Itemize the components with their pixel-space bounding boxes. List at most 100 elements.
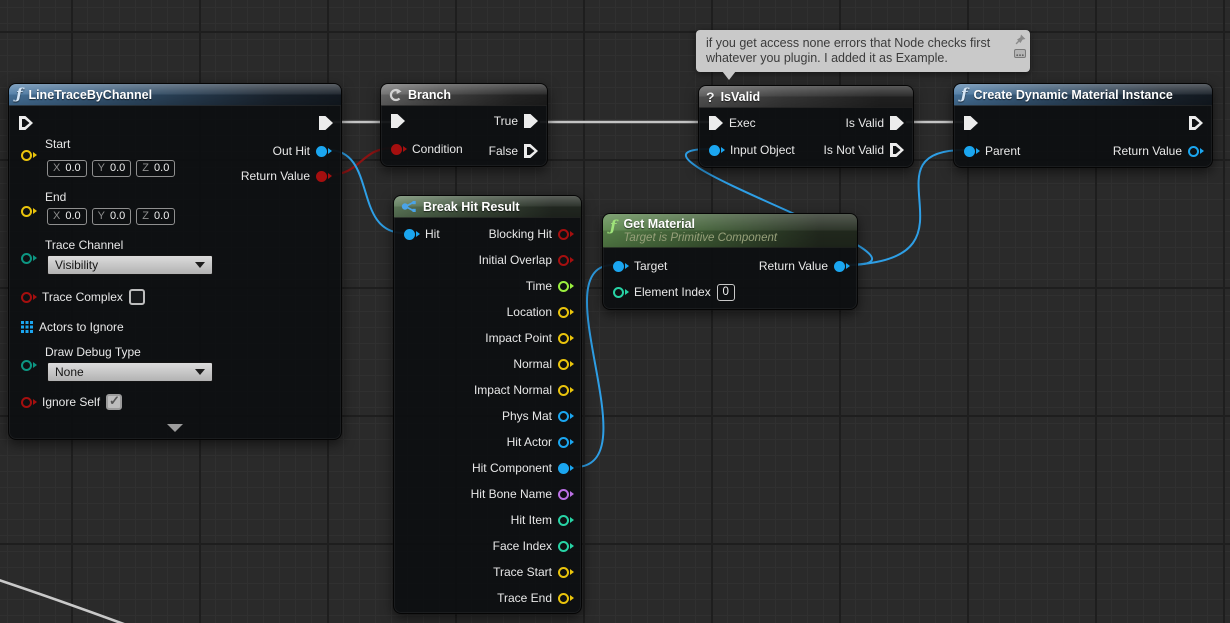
input-object-pin[interactable] <box>709 144 725 156</box>
phys-mat-pin-label: Phys Mat <box>501 409 552 423</box>
axis-value: 0.0 <box>109 162 126 174</box>
time-pin-label: Time <box>525 279 552 293</box>
node-branch[interactable]: Branch True Condition False <box>380 83 548 167</box>
true-pin-label: True <box>493 114 518 128</box>
is-not-valid-pin-label: Is Not Valid <box>823 143 884 157</box>
trace-channel-dropdown[interactable]: Visibility <box>47 255 213 275</box>
trace-complex-pin[interactable] <box>21 291 37 303</box>
axis-label: Z <box>142 210 150 222</box>
exec-out-pin[interactable] <box>1189 116 1203 130</box>
start-pin[interactable] <box>21 149 37 161</box>
hit-bone-name-pin[interactable] <box>558 488 574 500</box>
hit-actor-pin[interactable] <box>558 436 574 448</box>
blocking-hit-pin-label: Blocking Hit <box>488 227 552 241</box>
end-z-field[interactable]: Z 0.0 <box>136 207 176 225</box>
draw-debug-type-dropdown[interactable]: None <box>47 362 213 382</box>
initial-overlap-pin[interactable] <box>558 254 574 266</box>
comment-options-icon[interactable] <box>1014 49 1026 58</box>
location-pin[interactable] <box>558 306 574 318</box>
hit-item-pin-label: Hit Item <box>510 513 552 527</box>
hit-component-pin[interactable] <box>558 462 574 474</box>
node-header-isvalid[interactable]: ? IsValid <box>699 86 913 108</box>
hit-item-pin[interactable] <box>558 514 574 526</box>
exec-out-pin[interactable] <box>319 116 333 130</box>
blocking-hit-pin[interactable] <box>558 228 574 240</box>
phys-mat-pin[interactable] <box>558 410 574 422</box>
actors-to-ignore-array-pin[interactable] <box>21 321 33 333</box>
node-header-linetracebychannel[interactable]: ƒ LineTraceByChannel <box>9 84 341 106</box>
ignore-self-pin[interactable] <box>21 396 37 408</box>
node-comment-bubble[interactable]: if you get access none errors that Node … <box>696 30 1030 80</box>
target-pin[interactable] <box>613 260 629 272</box>
blueprint-graph-canvas[interactable]: if you get access none errors that Node … <box>0 0 1230 623</box>
draw-debug-type-pin[interactable] <box>21 359 37 371</box>
normal-pin[interactable] <box>558 358 574 370</box>
trace-end-pin[interactable] <box>558 592 574 604</box>
return-value-pin-label: Return Value <box>758 259 828 273</box>
comment-line-2: whatever you plugin. I added it as Examp… <box>706 51 948 65</box>
return-value-pin[interactable] <box>1188 145 1204 157</box>
hit-pin[interactable] <box>404 228 420 240</box>
node-title: Create Dynamic Material Instance <box>973 87 1173 102</box>
impact-point-pin-label: Impact Point <box>485 331 552 345</box>
axis-value: 0.0 <box>65 162 81 174</box>
condition-pin[interactable] <box>391 143 407 155</box>
chevron-down-icon <box>195 369 205 375</box>
axis-label: X <box>53 162 61 174</box>
node-break-hit-result[interactable]: Break Hit Result Hit Blocking Hit Initia… <box>393 195 582 614</box>
input-object-pin-label: Input Object <box>730 143 795 157</box>
is-valid-exec-pin[interactable] <box>890 116 904 130</box>
collapse-chevron-icon[interactable] <box>167 424 183 432</box>
node-header-get-material[interactable]: ƒ Get Material Target is Primitive Compo… <box>603 214 857 248</box>
node-header-break-hit-result[interactable]: Break Hit Result <box>394 196 581 218</box>
is-not-valid-exec-pin[interactable] <box>890 143 904 157</box>
exec-in-pin[interactable] <box>964 116 978 130</box>
trace-channel-pin[interactable] <box>21 252 37 264</box>
node-create-dynamic-material-instance[interactable]: ƒ Create Dynamic Material Instance Paren… <box>953 83 1213 168</box>
trace-complex-checkbox[interactable] <box>128 289 145 305</box>
node-header-create-dmi[interactable]: ƒ Create Dynamic Material Instance <box>954 84 1212 106</box>
node-get-material[interactable]: ƒ Get Material Target is Primitive Compo… <box>602 213 858 310</box>
impact-normal-pin[interactable] <box>558 384 574 396</box>
start-x-field[interactable]: X 0.0 <box>47 159 87 177</box>
trace-start-pin[interactable] <box>558 566 574 578</box>
parent-pin[interactable] <box>964 145 980 157</box>
exec-in-pin[interactable] <box>709 116 723 130</box>
node-linetracebychannel[interactable]: ƒ LineTraceByChannel Start X 0.0 Y 0.0 Z 0.… <box>8 83 342 440</box>
axis-label: Z <box>142 162 150 174</box>
question-mark-icon: ? <box>706 88 715 105</box>
true-exec-pin[interactable] <box>524 114 538 128</box>
exec-in-pin[interactable] <box>19 116 33 130</box>
hit-actor-pin-label: Hit Actor <box>506 435 552 449</box>
false-exec-pin[interactable] <box>524 144 538 158</box>
element-index-field[interactable]: 0 <box>716 283 735 301</box>
out-hit-pin[interactable] <box>316 145 332 157</box>
pin-icon[interactable] <box>1014 34 1026 46</box>
axis-label: Y <box>97 210 105 222</box>
impact-normal-pin-label: Impact Normal <box>473 383 552 397</box>
face-index-pin[interactable] <box>558 540 574 552</box>
time-pin[interactable] <box>558 280 574 292</box>
axis-value: 0.0 <box>154 210 170 222</box>
start-y-field[interactable]: Y 0.0 <box>91 159 132 177</box>
axis-value: 0.0 <box>109 210 126 222</box>
end-pin[interactable] <box>21 205 37 217</box>
end-x-field[interactable]: X 0.0 <box>47 207 87 225</box>
exec-in-pin[interactable] <box>391 114 405 128</box>
break-struct-icon <box>401 201 416 212</box>
end-y-field[interactable]: Y 0.0 <box>91 207 132 225</box>
node-header-branch[interactable]: Branch <box>381 84 547 106</box>
return-value-pin[interactable] <box>834 260 850 272</box>
trace-end-pin-label: Trace End <box>497 591 552 605</box>
ignore-self-checkbox[interactable] <box>106 393 123 410</box>
start-z-field[interactable]: Z 0.0 <box>136 159 176 177</box>
out-hit-pin-label: Out Hit <box>272 144 310 158</box>
node-isvalid[interactable]: ? IsValid Exec Is Valid Input Object Is … <box>698 85 914 168</box>
axis-label: Y <box>97 162 105 174</box>
function-icon: ƒ <box>961 85 968 103</box>
return-value-pin[interactable] <box>316 170 332 182</box>
exec-pin-label: Exec <box>729 116 756 130</box>
impact-point-pin[interactable] <box>558 332 574 344</box>
element-index-pin[interactable] <box>613 286 629 298</box>
chevron-down-icon <box>195 262 205 268</box>
